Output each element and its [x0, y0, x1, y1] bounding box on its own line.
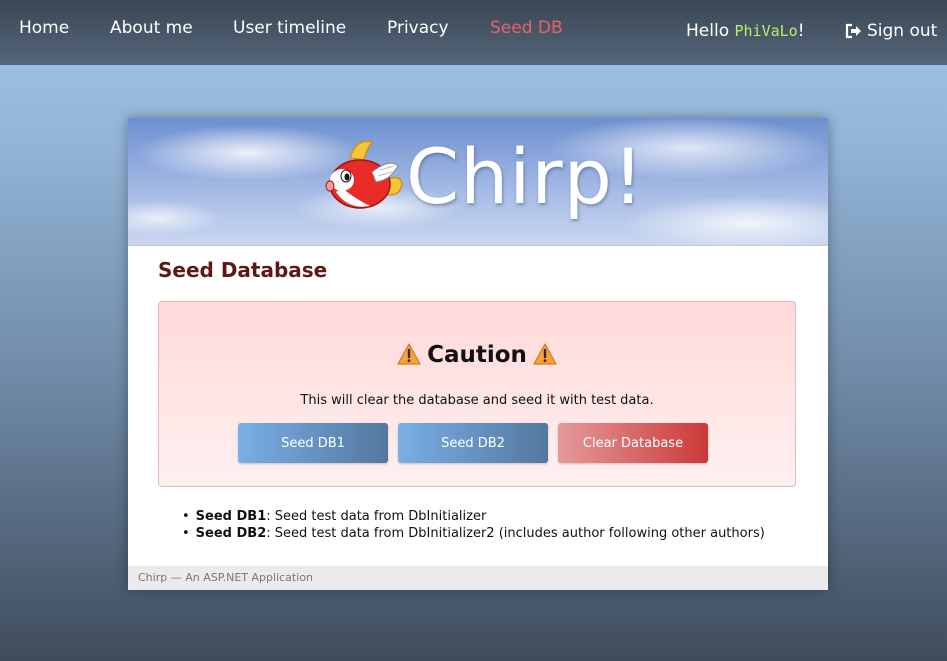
chirp-banner: Chirp! [128, 118, 828, 246]
flying-fish-icon [325, 140, 403, 209]
sign-out-icon [845, 23, 861, 39]
greeting-suffix: ! [797, 21, 805, 41]
note-name: Seed DB1 [195, 509, 267, 524]
caution-heading: Caution [159, 342, 795, 368]
note-text: : Seed test data from DbInitializer [266, 509, 487, 524]
top-navbar: Home About me User timeline Privacy Seed… [0, 0, 947, 65]
sign-out-button[interactable]: Sign out [845, 21, 937, 41]
note-text: : Seed test data from DbInitializer2 (in… [266, 526, 765, 541]
nav-timeline-link[interactable]: User timeline [233, 18, 346, 38]
list-item: Seed DB2: Seed test data from DbInitiali… [182, 525, 765, 542]
note-name: Seed DB2 [195, 526, 267, 541]
nav-seed-db-link[interactable]: Seed DB [490, 18, 563, 38]
greeting-prefix: Hello [686, 21, 735, 41]
content-card: Chirp! Seed Database Caution This will c… [128, 118, 828, 590]
warning-icon [533, 343, 557, 365]
seed-db1-button[interactable]: Seed DB1 [238, 423, 388, 463]
warning-icon [397, 343, 421, 365]
nav-privacy-link[interactable]: Privacy [387, 18, 449, 38]
nav-home-link[interactable]: Home [19, 18, 69, 38]
page-footer: Chirp — An ASP.NET Application [128, 566, 828, 590]
clear-database-button[interactable]: Clear Database [558, 423, 708, 463]
nav-about-link[interactable]: About me [110, 18, 193, 38]
caution-message: This will clear the database and seed it… [300, 393, 654, 408]
seed-notes-list: Seed DB1: Seed test data from DbInitiali… [182, 508, 765, 542]
caution-label: Caution [427, 342, 527, 368]
user-greeting: Hello PhiVaLo! [686, 21, 805, 41]
banner-title: Chirp! [406, 132, 645, 221]
page-title: Seed Database [158, 258, 328, 282]
sign-out-label: Sign out [867, 21, 938, 41]
caution-alert: Caution This will clear the database and… [158, 301, 796, 487]
username: PhiVaLo [734, 22, 798, 40]
list-item: Seed DB1: Seed test data from DbInitiali… [182, 508, 765, 525]
seed-db2-button[interactable]: Seed DB2 [398, 423, 548, 463]
